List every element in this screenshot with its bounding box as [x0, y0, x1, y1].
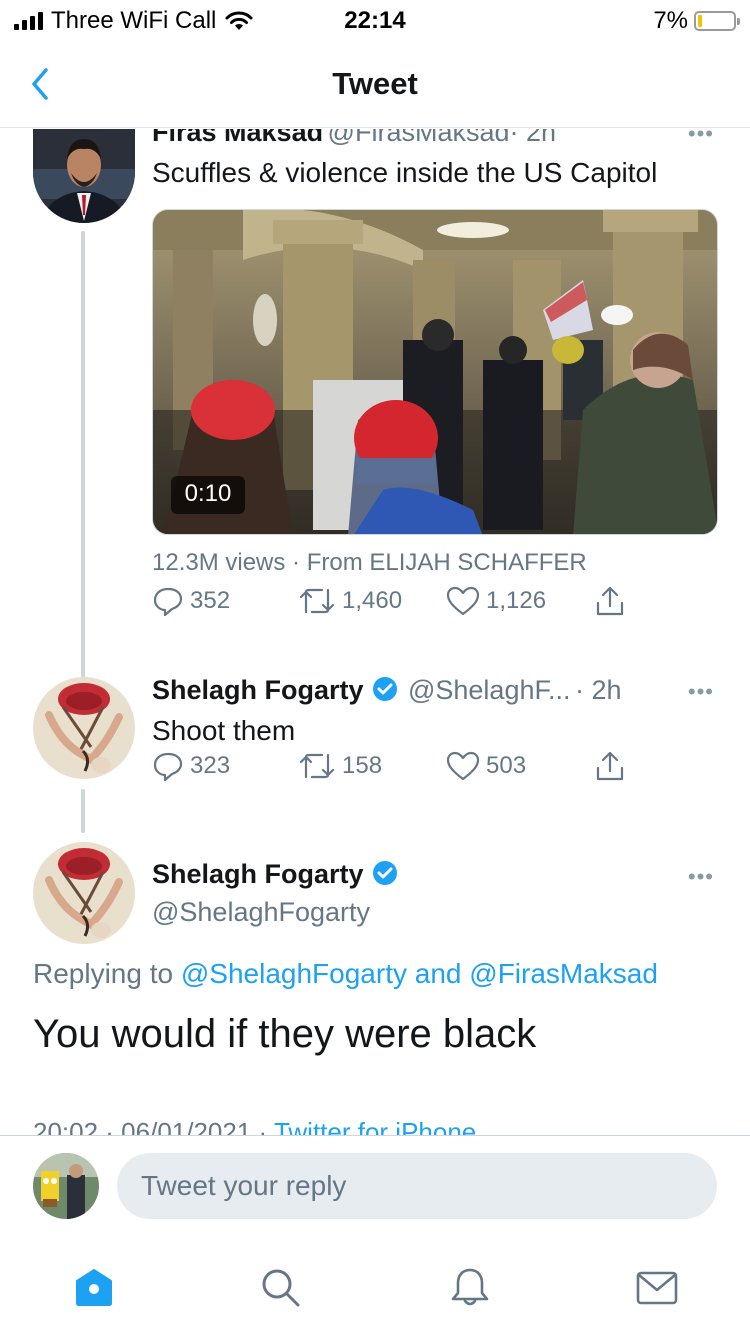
heart-icon [446, 586, 480, 616]
tab-search[interactable] [258, 1265, 302, 1309]
tweet-timestamp: 20:02 · 06/01/2021 · [33, 1117, 268, 1135]
tweet-time: · 2h [574, 675, 622, 705]
retweet-icon [299, 588, 335, 614]
like-count: 503 [486, 752, 527, 779]
avatar-photo [33, 1153, 99, 1219]
author-handle[interactable]: @ShelaghFogarty [152, 897, 370, 928]
like-count: 1,126 [486, 587, 547, 614]
page-title: Tweet [332, 66, 418, 101]
mention-link[interactable]: @FirasMaksad [469, 958, 658, 989]
reply-icon [153, 752, 183, 782]
avatar[interactable] [33, 842, 135, 944]
retweet-icon [299, 753, 335, 779]
tweet-header: Firas Maksad @FirasMaksad· 2h [152, 129, 556, 148]
status-bar: Three WiFi Call 22:14 7% [0, 0, 750, 42]
like-button[interactable]: 503 [446, 751, 526, 781]
more-icon[interactable]: ••• [688, 679, 714, 705]
avatar-photo [33, 842, 135, 944]
tweet-header: Shelagh Fogarty @ShelaghF... · 2h [152, 675, 621, 706]
thread-connector [81, 789, 85, 833]
tweet-text: Shoot them [152, 715, 296, 746]
nav-bar: Tweet [0, 42, 750, 128]
retweet-count: 1,460 [342, 587, 403, 614]
more-icon[interactable]: ••• [688, 129, 714, 147]
author-handle[interactable]: @ShelaghF... [408, 675, 571, 705]
my-avatar[interactable] [33, 1153, 99, 1219]
author-handle[interactable]: @FirasMaksad [328, 129, 510, 147]
avatar[interactable] [33, 129, 135, 223]
tweet-time: · 2h [509, 129, 557, 147]
more-icon[interactable]: ••• [688, 864, 714, 890]
tab-home[interactable] [72, 1265, 116, 1309]
retweet-button[interactable]: 158 [298, 751, 382, 781]
replying-and: and [414, 958, 462, 989]
heart-icon [446, 751, 480, 781]
tab-messages[interactable] [635, 1265, 679, 1309]
battery-percent: 7% [653, 7, 688, 34]
share-button[interactable] [594, 750, 626, 782]
reply-bar: Tweet your reply [0, 1135, 750, 1235]
tweet-text: You would if they were black [33, 1012, 537, 1056]
verified-badge-icon [372, 677, 397, 701]
tab-bar [0, 1235, 750, 1334]
status-right: 7% [653, 7, 740, 35]
tweet-meta: 20:02 · 06/01/2021 · Twitter for iPhone [33, 1117, 476, 1135]
reply-icon [153, 587, 183, 617]
reply-count: 352 [190, 587, 231, 614]
reply-count: 323 [190, 752, 231, 779]
author-name[interactable]: Shelagh Fogarty [152, 859, 364, 889]
video-duration: 0:10 [184, 480, 232, 507]
tweet-text: Scuffles & violence inside the US Capito… [152, 157, 658, 188]
home-icon [76, 1269, 112, 1306]
retweet-button[interactable]: 1,460 [298, 586, 402, 616]
share-button[interactable] [594, 585, 626, 617]
avatar[interactable] [33, 677, 135, 779]
video-views[interactable]: 12.3M views · From ELIJAH SCHAFFER [152, 549, 587, 577]
verified-badge-icon [372, 861, 397, 885]
reply-input[interactable]: Tweet your reply [117, 1153, 717, 1219]
reply-button[interactable]: 323 [152, 750, 230, 782]
share-icon [596, 751, 624, 781]
tweet-header: Shelagh Fogarty [152, 859, 398, 890]
messages-icon [636, 1271, 678, 1305]
video-player[interactable]: 0:10 [152, 209, 718, 535]
avatar-photo [33, 677, 135, 779]
search-icon [262, 1269, 300, 1307]
tab-notifications[interactable] [448, 1265, 492, 1309]
reply-button[interactable]: 352 [152, 585, 230, 617]
author-name[interactable]: Firas Maksad [152, 129, 323, 147]
author-name[interactable]: Shelagh Fogarty [152, 675, 364, 705]
clock: 22:14 [344, 7, 406, 34]
tweet-thread[interactable]: Firas Maksad @FirasMaksad· 2h ••• Scuffl… [0, 129, 750, 1135]
tweet-source-link[interactable]: Twitter for iPhone [274, 1117, 476, 1135]
notifications-icon [451, 1268, 489, 1306]
mention-link[interactable]: @ShelaghFogarty [181, 958, 407, 989]
like-button[interactable]: 1,126 [446, 586, 546, 616]
retweet-count: 158 [342, 752, 383, 779]
replying-prefix: Replying to [33, 958, 174, 989]
share-icon [596, 586, 624, 616]
avatar-photo [33, 129, 135, 223]
replying-to: Replying to @ShelaghFogarty and @FirasMa… [33, 958, 658, 990]
battery-icon [694, 11, 740, 31]
